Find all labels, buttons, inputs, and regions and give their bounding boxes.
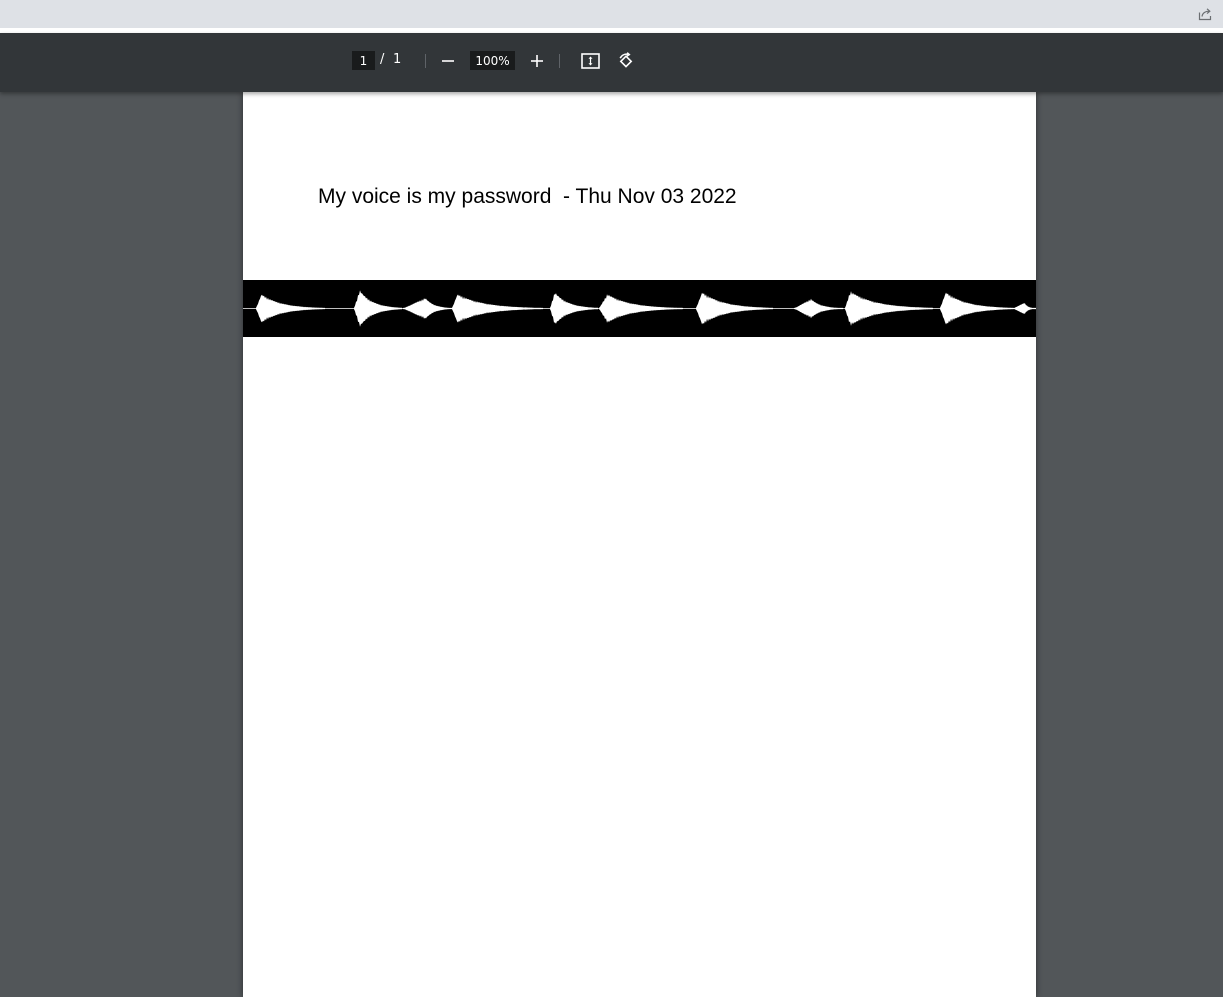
fit-to-page-icon [580,53,600,69]
rotate-icon [619,52,633,68]
minus-icon [442,60,454,62]
page-number-input[interactable] [352,51,375,70]
audio-waveform [243,290,1036,327]
zoom-in-button[interactable] [525,49,549,73]
waveform-burst [452,294,543,323]
pdf-viewer-area[interactable]: My voice is my password - Thu Nov 03 202… [0,92,1223,997]
fit-to-page-button[interactable] [578,49,602,73]
plus-icon [531,55,543,67]
waveform-burst [845,291,933,326]
waveform-burst [256,294,325,323]
waveform-burst [550,293,598,324]
share-icon [1198,8,1211,21]
zoom-out-button[interactable] [436,49,460,73]
toolbar-divider [559,54,560,68]
page-separator: / [380,52,385,67]
zoom-level-input[interactable] [470,51,515,70]
waveform-burst [354,290,402,327]
document-title: My voice is my password - Thu Nov 03 202… [318,185,737,208]
browser-top-strip [0,0,1223,28]
waveform-burst [696,292,773,325]
pdf-page: My voice is my password - Thu Nov 03 202… [243,92,1036,997]
waveform-burst [599,294,683,323]
pdf-toolbar: / 1 [0,33,1223,92]
share-button[interactable] [1197,6,1213,22]
rotate-button[interactable] [614,49,638,73]
waveform-burst [794,298,843,319]
waveform-burst [1013,303,1036,314]
waveform-burst [403,298,453,319]
toolbar-divider [425,54,426,68]
page-total: 1 [393,52,402,67]
waveform-burst [940,292,1013,325]
audio-waveform-image [243,280,1036,337]
